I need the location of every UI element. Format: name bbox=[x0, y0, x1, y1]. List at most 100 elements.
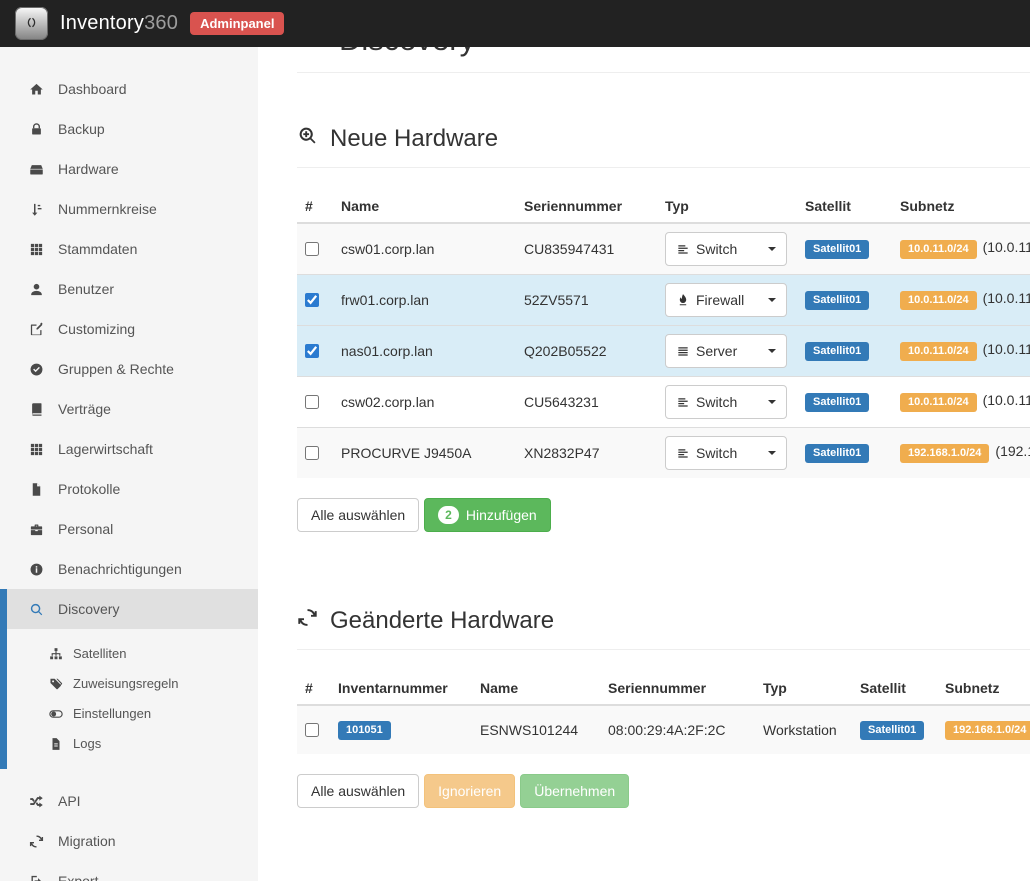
sidebar-item-protokolle[interactable]: Protokolle bbox=[0, 469, 258, 509]
check-cell bbox=[297, 428, 333, 479]
type-cell: Switch bbox=[657, 428, 797, 479]
row-checkbox[interactable] bbox=[305, 446, 319, 460]
column-header-type: Typ bbox=[657, 190, 797, 223]
type-dropdown[interactable]: Switch bbox=[665, 232, 787, 266]
caret-down-icon bbox=[768, 451, 776, 455]
sidebar-active-slot: Discovery bbox=[7, 589, 258, 629]
sidebar-subitem-label: Satelliten bbox=[73, 646, 126, 662]
info-circle-icon bbox=[28, 562, 44, 577]
sidebar-item-api[interactable]: API bbox=[0, 781, 258, 821]
changed-hardware-tbody: 101051ESNWS10124408:00:29:4A:2F:2CWorkst… bbox=[297, 705, 1030, 754]
type-dropdown-label: Firewall bbox=[696, 292, 744, 308]
apply-button[interactable]: Übernehmen bbox=[520, 774, 629, 808]
row-checkbox[interactable] bbox=[305, 293, 319, 307]
sidebar-item-backup[interactable]: Backup bbox=[0, 109, 258, 149]
ignore-button[interactable]: Ignorieren bbox=[424, 774, 515, 808]
inventory-cell: 101051 bbox=[330, 705, 472, 754]
table-row: PROCURVE J9450AXN2832P47SwitchSatellit01… bbox=[297, 428, 1030, 479]
tags-icon bbox=[48, 677, 63, 691]
column-header-subnet: Subnetz bbox=[937, 672, 1030, 705]
book-icon bbox=[28, 402, 44, 417]
sidebar-item-verträge[interactable]: Verträge bbox=[0, 389, 258, 429]
column-header-check: # bbox=[297, 672, 330, 705]
row-checkbox[interactable] bbox=[305, 395, 319, 409]
column-header-satellite: Satellit bbox=[852, 672, 937, 705]
caret-down-icon bbox=[768, 247, 776, 251]
sidebar-item-lagerwirtschaft[interactable]: Lagerwirtschaft bbox=[0, 429, 258, 469]
sidebar-subitem-zuweisungsregeln[interactable]: Zuweisungsregeln bbox=[7, 669, 258, 699]
table-header-row: # Name Seriennummer Typ Satellit Subnetz bbox=[297, 190, 1030, 223]
caret-down-icon bbox=[768, 349, 776, 353]
serial-cell: Q202B05522 bbox=[516, 326, 657, 377]
switch-bars-icon bbox=[676, 395, 690, 409]
select-all-button[interactable]: Alle auswählen bbox=[297, 774, 419, 808]
sidebar-item-gruppen-rechte[interactable]: Gruppen & Rechte bbox=[0, 349, 258, 389]
table-row: csw01.corp.lanCU835947431SwitchSatellit0… bbox=[297, 223, 1030, 275]
column-header-satellite: Satellit bbox=[797, 190, 892, 223]
row-checkbox[interactable] bbox=[305, 723, 319, 737]
sidebar-item-discovery[interactable]: Discovery bbox=[7, 589, 258, 629]
adminpanel-badge: Adminpanel bbox=[190, 12, 284, 35]
check-cell bbox=[297, 326, 333, 377]
brand-name: Inventory bbox=[60, 12, 144, 34]
sidebar-item-migration[interactable]: Migration bbox=[0, 821, 258, 861]
satellite-badge: Satellit01 bbox=[805, 240, 869, 259]
brand-title: Inventory360 bbox=[60, 12, 178, 35]
sidebar-item-dashboard[interactable]: Dashboard bbox=[0, 69, 258, 109]
sidebar-item-hardware[interactable]: Hardware bbox=[0, 149, 258, 189]
sidebar-subitem-logs[interactable]: Logs bbox=[7, 729, 258, 759]
sidebar-subitem-satelliten[interactable]: Satelliten bbox=[7, 639, 258, 669]
satellite-badge: Satellit01 bbox=[805, 393, 869, 412]
file-text-icon bbox=[48, 737, 63, 751]
sidebar-item-label: Nummernkreise bbox=[58, 199, 157, 219]
caret-down-icon bbox=[768, 298, 776, 302]
fire-icon bbox=[676, 293, 690, 307]
sidebar: DashboardBackupHardware Nummernkreise Stam… bbox=[0, 47, 258, 881]
sidebar-item-personal[interactable]: Personal bbox=[0, 509, 258, 549]
add-button[interactable]: 2 Hinzufügen bbox=[424, 498, 551, 532]
type-dropdown[interactable]: Switch bbox=[665, 436, 787, 470]
row-checkbox[interactable] bbox=[305, 344, 319, 358]
sidebar-item-label: Export bbox=[58, 871, 98, 881]
type-dropdown[interactable]: Server bbox=[665, 334, 787, 368]
sidebar-item-label: Protokolle bbox=[58, 479, 120, 499]
subnet-badge: 10.0.11.0/24 bbox=[900, 291, 977, 310]
changed-hardware-title-text: Geänderte Hardware bbox=[330, 607, 554, 635]
sidebar-item-export[interactable]: Export bbox=[0, 861, 258, 881]
new-hardware-title: Neue Hardware bbox=[297, 125, 1030, 168]
serial-cell: XN2832P47 bbox=[516, 428, 657, 479]
sort-numeric-icon bbox=[28, 202, 44, 217]
subnet-badge: 10.0.11.0/24 bbox=[900, 393, 977, 412]
sidebar-subitem-label: Logs bbox=[73, 736, 101, 752]
sidebar-item-stammdaten[interactable]: Stammdaten bbox=[0, 229, 258, 269]
sidebar-item-nummernkreise[interactable]: Nummernkreise bbox=[0, 189, 258, 229]
check-circle-icon bbox=[28, 362, 44, 377]
sidebar-active-group: Discovery Satelliten ZuweisungsregelnEins… bbox=[0, 589, 258, 769]
row-checkbox[interactable] bbox=[305, 242, 319, 256]
column-header-name: Name bbox=[333, 190, 516, 223]
satellite-badge: Satellit01 bbox=[805, 444, 869, 463]
new-hardware-tbody: csw01.corp.lanCU835947431SwitchSatellit0… bbox=[297, 223, 1030, 478]
type-cell: Switch bbox=[657, 223, 797, 275]
check-cell bbox=[297, 275, 333, 326]
changed-hardware-table: # Inventarnummer Name Seriennummer Typ S… bbox=[297, 672, 1030, 754]
table-header-row: # Inventarnummer Name Seriennummer Typ S… bbox=[297, 672, 1030, 705]
type-dropdown[interactable]: Switch bbox=[665, 385, 787, 419]
type-dropdown[interactable]: Firewall bbox=[665, 283, 787, 317]
search-plus-icon bbox=[297, 125, 318, 153]
home-icon bbox=[28, 82, 44, 97]
select-all-button[interactable]: Alle auswählen bbox=[297, 498, 419, 532]
serial-cell: CU835947431 bbox=[516, 223, 657, 275]
type-dropdown-label: Switch bbox=[696, 241, 737, 257]
column-header-name: Name bbox=[472, 672, 600, 705]
sidebar-item-label: Customizing bbox=[58, 319, 135, 339]
subnet-note: (192.16 bbox=[995, 443, 1030, 459]
sidebar-subitem-einstellungen[interactable]: Einstellungen bbox=[7, 699, 258, 729]
column-header-check: # bbox=[297, 190, 333, 223]
serial-cell: CU5643231 bbox=[516, 377, 657, 428]
sidebar-item-benutzer[interactable]: Benutzer bbox=[0, 269, 258, 309]
sidebar-item-benachrichtigungen[interactable]: Benachrichtigungen bbox=[0, 549, 258, 589]
sidebar-item-label: Stammdaten bbox=[58, 239, 137, 259]
sidebar-item-customizing[interactable]: Customizing bbox=[0, 309, 258, 349]
random-icon bbox=[28, 794, 44, 809]
